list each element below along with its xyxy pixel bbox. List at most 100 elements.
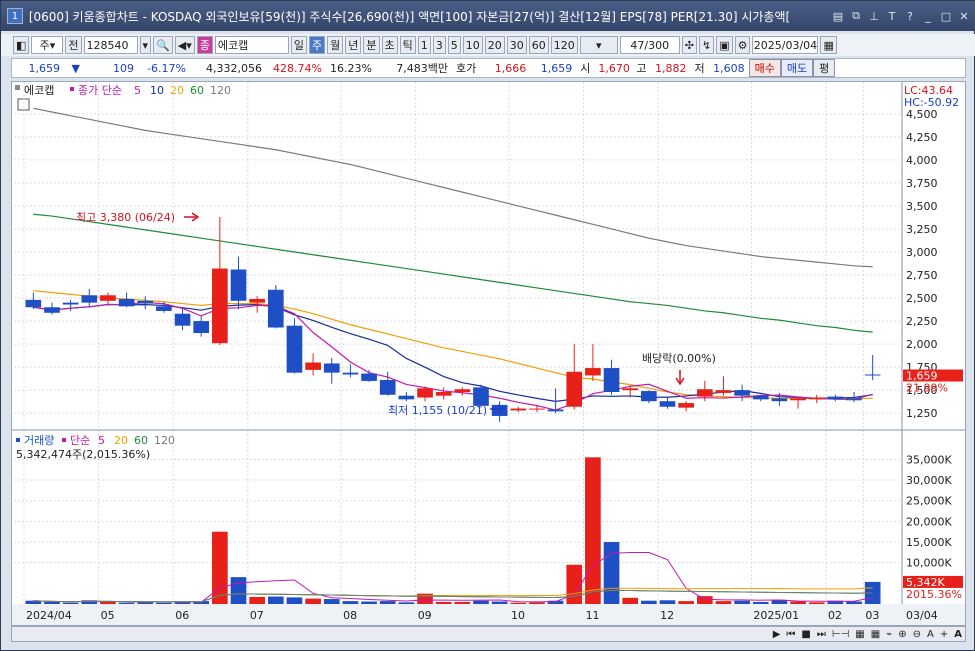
volume-bar	[137, 602, 154, 604]
vol-ma60-label: 60	[134, 434, 148, 447]
ma20-label: 20	[170, 84, 184, 97]
scroll-bar[interactable]: ▶ ⏮ ■ ⏭ ⊢⊣ ▦ ▦ ⌁ ⊕ ⊖ A + A	[11, 626, 966, 642]
eval-button[interactable]: 평	[813, 59, 836, 77]
grid-table-icon[interactable]	[17, 98, 30, 111]
volume-bar	[529, 602, 545, 604]
custom-period-select[interactable]: ▾	[579, 36, 618, 54]
first-icon[interactable]: ⏮	[783, 629, 798, 640]
price-change: 109	[113, 61, 134, 75]
candle-body	[398, 395, 415, 400]
interval-year[interactable]: 년	[345, 36, 362, 54]
speaker-icon[interactable]: ◀▾	[174, 36, 195, 54]
brush-icon[interactable]: ⌁	[883, 629, 895, 640]
minimize-icon[interactable]: _	[920, 8, 936, 24]
high-price: 1,882	[655, 61, 687, 75]
interval-week[interactable]: 주	[309, 36, 326, 54]
price-tick-label: 3,250	[906, 223, 938, 236]
x-tick-label: 02	[828, 609, 842, 622]
interval-tick[interactable]: 틱	[399, 36, 416, 54]
restore-view-icon[interactable]: ⧉	[848, 8, 864, 24]
x-tick-label: 2025/01	[753, 609, 799, 622]
drawing-tool-icon[interactable]: ↯	[698, 36, 715, 54]
num-10[interactable]: 10	[462, 36, 483, 54]
candle-body	[529, 408, 545, 410]
price-tick-label: 3,500	[906, 200, 938, 213]
grid-alt-icon[interactable]: ▦	[868, 629, 883, 640]
calendar-icon[interactable]: ▦	[820, 36, 837, 54]
settings-icon[interactable]: ⚙	[734, 36, 751, 54]
buy-button[interactable]: 매수	[748, 59, 781, 77]
num-20[interactable]: 20	[484, 36, 505, 54]
grid-icon[interactable]: ▦	[852, 629, 867, 640]
num-1[interactable]: 1	[417, 36, 431, 54]
sell-button[interactable]: 매도	[780, 59, 814, 77]
search-icon[interactable]: 🔍	[153, 36, 173, 54]
change-percent: -6.17%	[147, 61, 186, 75]
font-plus-icon[interactable]: +	[937, 629, 951, 640]
candle-body	[81, 295, 98, 303]
num-30[interactable]: 30	[506, 36, 527, 54]
num-60[interactable]: 60	[528, 36, 549, 54]
trade-amount: 7,483백만	[396, 62, 448, 75]
price-tick-label: 1,250	[906, 407, 938, 420]
font-small-icon[interactable]: A	[924, 629, 937, 640]
candle-body	[808, 397, 825, 400]
interval-month[interactable]: 월	[327, 36, 344, 54]
volume-grid: 35,000K 30,000K 25,000K 20,000K 15,000K 10,00…	[14, 453, 952, 570]
num-3[interactable]: 3	[432, 36, 446, 54]
pin-icon[interactable]: ⊥	[866, 8, 882, 24]
help-icon[interactable]: ?	[902, 8, 918, 24]
vol-ma20-label: 20	[114, 434, 128, 447]
layout-icon[interactable]: ◧	[13, 36, 30, 54]
volume-bar	[454, 601, 471, 604]
candle-body	[435, 391, 452, 396]
bid-price: 1,659	[540, 61, 573, 75]
ma10-line	[33, 303, 873, 402]
chart-area[interactable]: 에코캡 종가 단순 5 10 20 60 120 LC:43.64 HC:-50…	[11, 81, 966, 626]
count-field[interactable]: 47/300	[619, 36, 680, 54]
price-info-row: 1,659 ▼ 109 -6.17% 4,332,056 428.74% 16.…	[11, 58, 966, 78]
period-type-select[interactable]: 주 ▾	[31, 36, 64, 54]
volume-bar	[696, 596, 713, 604]
font-large-icon[interactable]: A	[951, 629, 965, 640]
interval-day[interactable]: 일	[290, 36, 307, 54]
text-icon[interactable]: T	[884, 8, 900, 24]
candle-body	[100, 295, 116, 301]
window-title: [0600] 키움종합차트 - KOSDAQ 외국인보유[59(천)] 주식수[…	[28, 9, 791, 24]
stock-name-field[interactable]: 에코캡	[214, 36, 289, 54]
volume-bar	[808, 602, 825, 604]
num-5[interactable]: 5	[447, 36, 461, 54]
candle-body	[622, 388, 639, 391]
zoom-in-icon[interactable]: ⊕	[895, 629, 909, 640]
scroll-right-icon[interactable]: ▶	[770, 629, 784, 640]
crosshair-icon[interactable]: ✣	[681, 36, 697, 54]
volume-bar	[156, 602, 172, 604]
price-grid: 4,500 4,250 4,000 3,750 3,500 3,250 3,000 2,750…	[14, 82, 938, 625]
prev-button[interactable]: 전	[65, 36, 82, 54]
stop-icon[interactable]: ■	[798, 629, 813, 640]
code-dropdown-icon[interactable]: ▾	[139, 36, 152, 54]
zoom-slider-icon[interactable]: ⊢⊣	[829, 629, 852, 640]
zoom-out-icon[interactable]: ⊖	[910, 629, 924, 640]
document-icon[interactable]: ▤	[830, 8, 846, 24]
volume-bar	[510, 602, 527, 604]
low-annotation: 최저 1,155 (10/21)	[388, 404, 487, 417]
x-axis: 2024/04 05 06 07 08 09 10 11 12 2025/01 02 03 03/04	[12, 604, 965, 625]
close-icon[interactable]: ✕	[956, 8, 972, 24]
volume-bar	[659, 600, 676, 604]
volume-bar	[734, 600, 750, 604]
date-field[interactable]: 2025/03/04	[752, 36, 819, 54]
num-120[interactable]: 120	[550, 36, 578, 54]
stock-code-input[interactable]: 128540	[83, 36, 138, 54]
price-tick-label: 4,000	[906, 154, 938, 167]
last-icon[interactable]: ⏭	[814, 629, 829, 640]
chart-svg[interactable]: 에코캡 종가 단순 5 10 20 60 120 LC:43.64 HC:-50…	[12, 82, 965, 625]
ma60-label: 60	[190, 84, 204, 97]
maximize-icon[interactable]: □	[938, 8, 954, 24]
title-bar[interactable]: 1 [0600] 키움종합차트 - KOSDAQ 외국인보유[59(천)] 주식…	[1, 1, 975, 31]
save-icon[interactable]: ▣	[716, 36, 733, 54]
interval-minute[interactable]: 분	[363, 36, 380, 54]
interval-second[interactable]: 초	[381, 36, 398, 54]
x-tick-label: 08	[343, 609, 357, 622]
ma-label: 종가 단순	[78, 84, 122, 97]
